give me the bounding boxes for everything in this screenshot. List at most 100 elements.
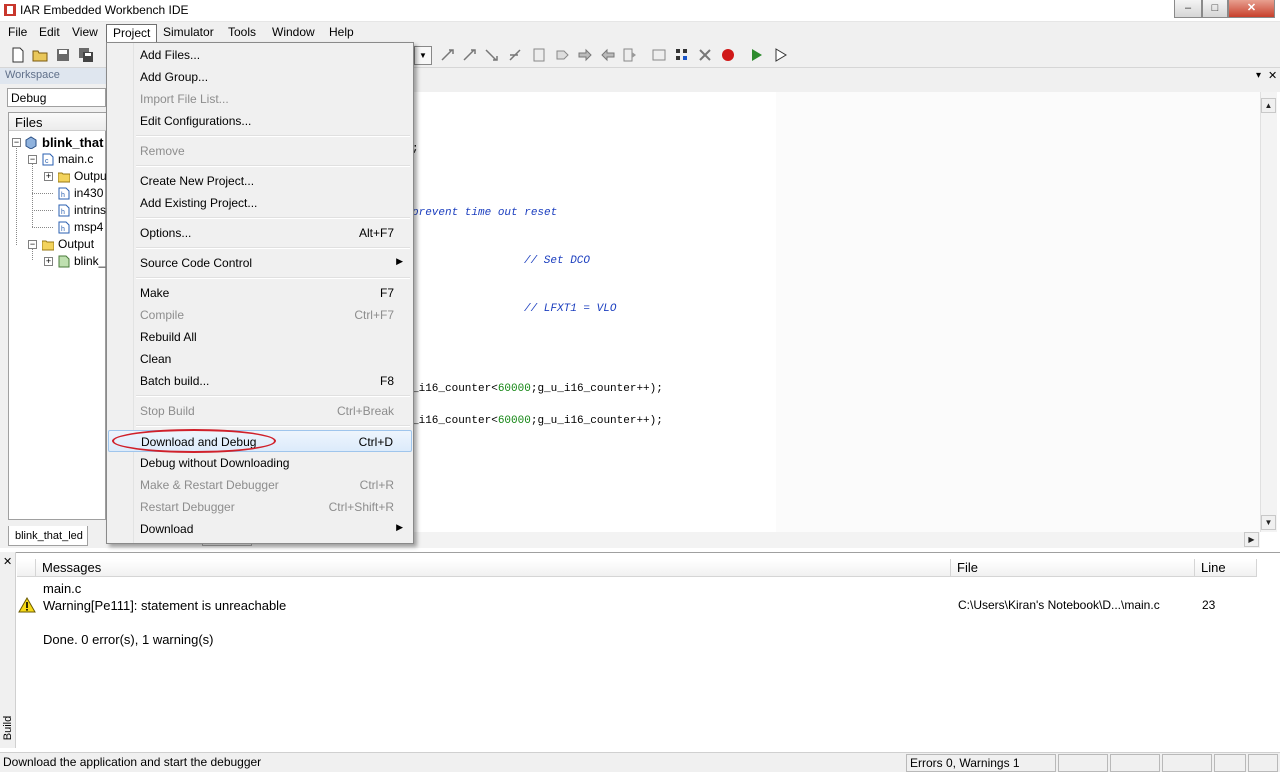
save-icon[interactable] [55,47,71,63]
menu-item-debug-without-downloading[interactable]: Debug without Downloading [108,452,412,474]
column-header-messages[interactable]: Messages [36,559,951,577]
menu-simulator[interactable]: Simulator [157,24,220,41]
window-title: IAR Embedded Workbench IDE [20,3,189,17]
tree-item-in430[interactable]: in430 [74,186,103,200]
toggle-bookmark-icon[interactable] [440,47,456,63]
title-bar: IAR Embedded Workbench IDE – □ ✕ [0,0,1280,22]
tree-expand-icon[interactable]: + [44,172,53,181]
tree-item-output-folder[interactable]: Outpu [74,169,107,183]
column-header-file[interactable]: File [951,559,1195,577]
tree-item-output[interactable]: Output [58,237,94,251]
go-to-icon[interactable] [554,47,570,63]
status-panel [1110,754,1160,772]
menu-project[interactable]: Project [106,24,158,43]
download-and-debug-icon[interactable] [749,47,765,63]
menu-separator [136,277,410,279]
tree-collapse-icon[interactable]: − [12,138,21,147]
configuration-select[interactable]: Debug [7,88,106,107]
back-icon[interactable] [600,47,616,63]
menu-item-clean[interactable]: Clean [108,348,412,370]
tree-collapse-icon[interactable]: − [28,155,37,164]
compile-icon[interactable] [622,47,638,63]
svg-text:c: c [45,158,49,165]
tree-item-main-c[interactable]: main.c [58,152,93,166]
status-panel [1214,754,1246,772]
menu-separator [136,135,410,137]
menu-item-make-restart-debugger[interactable]: Make & Restart Debugger Ctrl+R [108,474,412,496]
build-message-warning[interactable]: Warning[Pe111]: statement is unreachable [43,598,286,613]
warning-icon [18,597,36,613]
menu-item-options[interactable]: Options... Alt+F7 [108,222,412,244]
highlight-annotation-oval [112,429,276,453]
menu-item-stop-build[interactable]: Stop Build Ctrl+Break [108,400,412,422]
close-button[interactable]: ✕ [1228,0,1275,18]
scroll-right-icon[interactable]: ▶ [1244,532,1259,547]
status-panel [1162,754,1212,772]
tree-item-msp430[interactable]: msp4 [74,220,103,234]
navigate-icon[interactable] [508,47,524,63]
save-all-icon[interactable] [78,47,94,63]
next-bookmark-icon[interactable] [462,47,478,63]
code-comment: // LFXT1 = VLO [524,303,617,315]
debug-without-downloading-icon[interactable] [773,47,789,63]
menu-item-rebuild-all[interactable]: Rebuild All [108,326,412,348]
menu-file[interactable]: File [2,24,33,41]
editor-vertical-scrollbar[interactable]: ▲ ▼ [1260,92,1277,532]
folder-icon [58,172,70,183]
new-file-icon[interactable] [10,47,26,63]
tree-item-intrinsics[interactable]: intrins [74,203,106,217]
menu-item-edit-configurations[interactable]: Edit Configurations... [108,110,412,132]
menu-item-make[interactable]: Make F7 [108,282,412,304]
menu-separator [136,247,410,249]
build-message-line: 23 [1202,598,1216,612]
menu-item-remove[interactable]: Remove [108,140,412,162]
open-folder-icon[interactable] [32,47,48,63]
build-grid-icon[interactable] [674,47,690,63]
build-message-filepath: C:\Users\Kiran's Notebook\D...\main.c [958,598,1160,612]
menu-item-compile[interactable]: Compile Ctrl+F7 [108,304,412,326]
breakpoint-icon[interactable] [720,47,736,63]
tree-collapse-icon[interactable]: − [28,240,37,249]
prev-bookmark-icon[interactable] [484,47,500,63]
menu-window[interactable]: Window [266,24,321,41]
menu-edit[interactable]: Edit [33,24,66,41]
menu-item-source-code-control[interactable]: Source Code Control ▶ [108,252,412,274]
menu-item-add-group[interactable]: Add Group... [108,66,412,88]
editor-dropdown-icon[interactable]: ▾ [1256,70,1261,81]
editor-close-icon[interactable]: ✕ [1268,69,1277,82]
maximize-button[interactable]: □ [1202,0,1228,18]
scroll-up-icon[interactable]: ▲ [1261,98,1276,113]
menu-view[interactable]: View [66,24,104,41]
menu-item-restart-debugger[interactable]: Restart Debugger Ctrl+Shift+R [108,496,412,518]
forward-icon[interactable] [577,47,593,63]
menu-item-batch-build[interactable]: Batch build... F8 [108,370,412,392]
menu-tools[interactable]: Tools [222,24,262,41]
menu-item-import-file-list[interactable]: Import File List... [108,88,412,110]
svg-text:h: h [61,226,65,233]
tree-expand-icon[interactable]: + [44,257,53,266]
status-bar: Download the application and start the d… [0,752,1280,772]
workspace-tab-blink-that-led[interactable]: blink_that_led [8,526,88,546]
menu-item-add-files[interactable]: Add Files... [108,44,412,66]
scroll-down-icon[interactable]: ▼ [1261,515,1276,530]
stop-build-icon[interactable] [697,47,713,63]
tree-item-project[interactable]: blink_that [42,135,103,150]
find-icon[interactable] [531,47,547,63]
dropdown-chevron-icon[interactable]: ▼ [414,46,432,65]
build-close-icon[interactable]: ✕ [3,555,12,568]
menu-item-create-new-project[interactable]: Create New Project... [108,170,412,192]
tree-item-blink-output[interactable]: blink_ [74,254,105,268]
build-message-file[interactable]: main.c [43,581,81,596]
menu-help[interactable]: Help [323,24,360,41]
build-message-summary[interactable]: Done. 0 error(s), 1 warning(s) [43,632,214,647]
make-icon[interactable] [651,47,667,63]
iar-app-icon [4,4,16,16]
folder-icon [42,240,54,251]
menu-item-add-existing-project[interactable]: Add Existing Project... [108,192,412,214]
files-column-header[interactable]: Files [9,113,106,131]
menu-item-download[interactable]: Download ▶ [108,518,412,540]
code-line: _i16_counter<60000;g_u_i16_counter++); [412,383,663,395]
minimize-button[interactable]: – [1174,0,1202,18]
column-header-line[interactable]: Line [1195,559,1257,577]
header-file-icon: h [58,204,70,217]
